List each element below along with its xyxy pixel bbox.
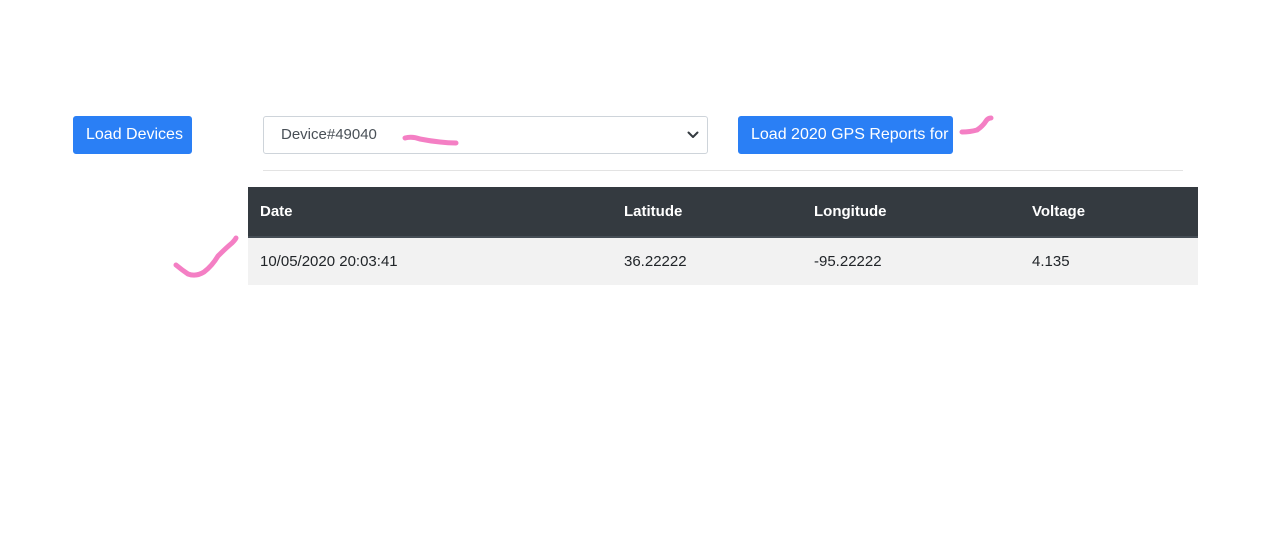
pink-check-mark-row [173, 235, 239, 278]
load-devices-button[interactable]: Load Devices [73, 116, 192, 154]
column-header-longitude: Longitude [802, 187, 1020, 238]
cell-longitude: -95.22222 [802, 237, 1020, 285]
column-header-date: Date [248, 187, 612, 238]
device-select-value: Device#49040 [281, 126, 377, 143]
gps-reports-table: Date Latitude Longitude Voltage 10/05/20… [248, 187, 1198, 285]
cell-voltage: 4.135 [1020, 237, 1198, 285]
device-select[interactable]: Device#49040 [263, 116, 708, 154]
column-header-latitude: Latitude [612, 187, 802, 238]
table-row: 10/05/2020 20:03:41 36.22222 -95.22222 4… [248, 237, 1198, 285]
cell-latitude: 36.22222 [612, 237, 802, 285]
load-reports-button[interactable]: Load 2020 GPS Reports for [738, 116, 953, 154]
chevron-down-icon [687, 131, 699, 138]
divider [263, 170, 1183, 171]
column-header-voltage: Voltage [1020, 187, 1198, 238]
cell-date: 10/05/2020 20:03:41 [248, 237, 612, 285]
pink-check-mark-top [959, 115, 994, 135]
page: Load Devices Device#49040 Load 2020 GPS … [0, 0, 1283, 548]
table-header-row: Date Latitude Longitude Voltage [248, 187, 1198, 238]
